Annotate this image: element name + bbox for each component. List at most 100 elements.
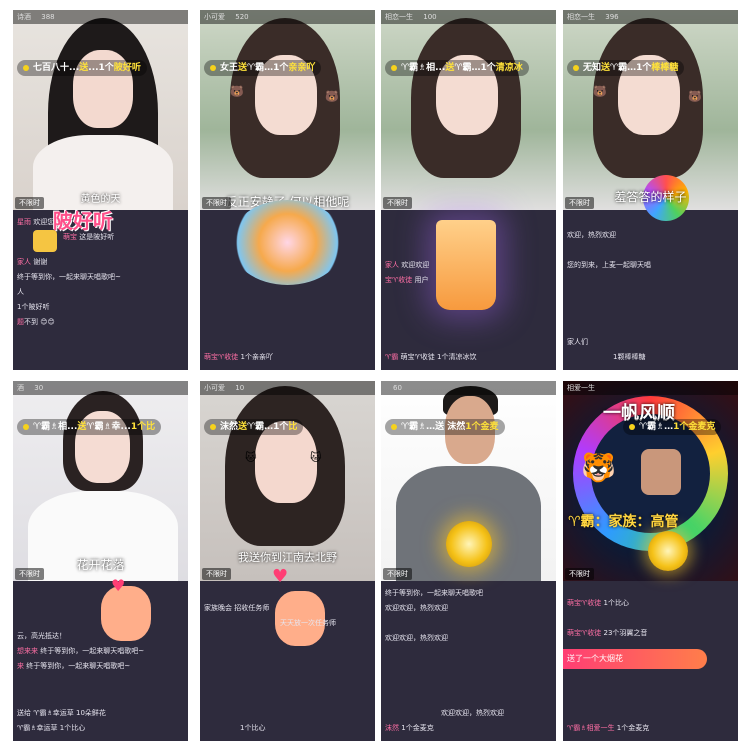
room-name: 酒 [17, 384, 24, 392]
chat-list: 家人 谢谢 终于等到你，一起来聊天唱歌吧~ 人 1个陂好听 题不到 😊😊 [13, 255, 188, 330]
chat-line: 送给 ♈霸♗幸运草 10朵鲜花 [17, 709, 106, 717]
time-tag: 不限时 [15, 568, 44, 580]
chat-line: 您的到来，上麦一起聊天唱 [567, 261, 651, 269]
chat-line [563, 611, 738, 626]
gift-banner: ♈霸♗相...送♈霸…1个清凉冰 [385, 60, 529, 76]
time-tag: 不限时 [383, 197, 412, 209]
chat-list: 欢迎，热烈欢迎 您的到来，上麦一起聊天唱 [563, 228, 738, 273]
chat-line: 欢迎，热烈欢迎 [567, 231, 616, 239]
live-stream-panel-6[interactable]: 🐱 🐱 小可爱 10 沫然送♈霸…1个比 我送你到江南去北野 不限时 ♥ 家族晚… [200, 381, 375, 741]
chat-line: 欢迎欢迎，热烈欢迎 [441, 709, 504, 717]
chat-list-bottom: ♈霸♗相爱一生 1个金麦克 [563, 721, 738, 736]
banner-dot-icon [629, 423, 635, 430]
viewer-count: 520 [235, 13, 249, 21]
chat-line: 家族晚会 招收任务师 [204, 604, 270, 612]
chat-list: 萌宝♈收徒 1个比心 萌宝♈收徒 23个羽翼之音 [563, 596, 738, 641]
room-topbar: 相恋一生 396 [563, 10, 738, 24]
room-topbar: 酒 30 [13, 381, 188, 395]
gift-banner: 女王送♈霸…1个亲亲吖 [204, 60, 322, 76]
chat-line [381, 616, 556, 631]
live-stream-panel-1[interactable]: 诗酒 388 七百八十...送...1个陂好听 黄色的天 不限时 陂好听 家人 … [13, 10, 188, 370]
live-stream-panel-8[interactable]: 🐯 相爱一生 一帆风顺 ♈霸♗…1个金麦克 ♈霸：家族：高管 不限时 萌宝♈收徒… [563, 381, 738, 741]
gift-banner: ♈霸♗…送 沫然1个金麦 [385, 419, 505, 435]
chat-list-top: 星雨 欢迎您 萌宝 这是陂好听 [13, 215, 188, 245]
chat-line: 想来来 终于等到你，一起来聊天唱歌吧~ [17, 647, 145, 655]
banner-dot-icon [391, 64, 397, 71]
chat-line: 云，高光抵达！ [17, 632, 66, 640]
chat-line: 萌宝 这是陂好听 [63, 233, 115, 241]
banner-dot-icon [23, 64, 29, 71]
viewer-count: 396 [605, 13, 619, 21]
chat-list: 家族晚会 招收任务师 天天放一次任务师 [200, 601, 375, 631]
chat-line: 1个陂好听 [17, 303, 50, 311]
streamer-photo [13, 381, 188, 581]
time-tag: 不限时 [202, 568, 231, 580]
chat-line: ♈霸♗幸运草 1个比心 [17, 724, 86, 732]
chat-line: 萌宝♈收徒 23个羽翼之音 [567, 629, 648, 637]
kissing-ducks-gift-icon [230, 200, 345, 285]
streamer-photo [381, 10, 556, 210]
chat-list: 家人 欢迎欢迎 宝♈收徒 用户 [381, 258, 556, 288]
live-stream-panel-7[interactable]: 60 ♈霸♗…送 沫然1个金麦 不限时 终于等到你，一起来聊天唱歌吧 欢迎欢迎，… [381, 381, 556, 741]
time-tag: 不限时 [383, 568, 412, 580]
heart-icon: ♥ [272, 566, 289, 587]
live-stream-panel-3[interactable]: 相恋一生 100 ♈霸♗相...送♈霸…1个清凉冰 不限时 家人 欢迎欢迎 宝♈… [381, 10, 556, 370]
gift-banner: ♈霸♗相...送♈霸♗幸...1个比 [17, 419, 162, 435]
live-stream-panel-2[interactable]: 🐻 🐻 小可爱 520 女王送♈霸…1个亲亲吖 反正安静了 何以相他呢 不限时 … [200, 10, 375, 370]
room-topbar: 60 [381, 381, 556, 395]
time-tag: 不限时 [202, 197, 231, 209]
gift-banner: 七百八十...送...1个陂好听 [17, 60, 147, 76]
time-tag: 不限时 [565, 197, 594, 209]
chat-line: 欢迎欢迎，热烈欢迎 [385, 634, 448, 642]
viewer-count: 10 [235, 384, 245, 392]
live-stream-panel-5[interactable]: 酒 30 ♈霸♗相...送♈霸♗幸...1个比 花开花落 不限时 ♥ 云，高光抵… [13, 381, 188, 741]
gift-banner: 沫然送♈霸…1个比 [204, 419, 304, 435]
bear-sticker-icon: 🐻 [688, 90, 702, 103]
room-topbar: 诗酒 388 [13, 10, 188, 24]
chat-line: 家人 欢迎欢迎 [385, 261, 430, 269]
cat-sticker-icon: 🐱 [310, 451, 322, 464]
chat-line: 萌宝♈收徒 1个比心 [567, 599, 629, 607]
time-tag: 不限时 [565, 568, 594, 580]
room-name: 相爱一生 [567, 384, 595, 392]
chat-line: 沫然 1个金麦克 [385, 724, 434, 732]
golden-microphone-gift-icon [648, 531, 688, 571]
banner-dot-icon [23, 423, 29, 430]
chat-line: 终于等到你，一起来聊天唱歌吧~ [17, 273, 121, 281]
chat-list-bottom: 欢迎欢迎，热烈欢迎 沫然 1个金麦克 [381, 706, 556, 736]
chat-line [563, 243, 738, 258]
chat-line: 天天放一次任务师 [280, 619, 336, 627]
bear-sticker-icon: 🐻 [593, 85, 607, 98]
room-name: 诗酒 [17, 13, 31, 21]
room-topbar: 小可爱 520 [200, 10, 375, 24]
tiger-icon: 🐯 [581, 451, 616, 484]
heart-icon: ♥ [111, 576, 126, 595]
live-stream-panel-4[interactable]: 🐻 🐻 相恋一生 396 无知送♈霸…1个棒棒糖 羞答答的样子 不限时 欢迎，热… [563, 10, 738, 370]
banner-dot-icon [210, 423, 216, 430]
gift-banner: ♈霸♗…1个金麦克 [623, 419, 722, 435]
banner-dot-icon [573, 64, 579, 71]
chat-line: 1颗棒棒糖 [613, 353, 646, 361]
time-tag: 不限时 [15, 197, 44, 209]
chat-line: 家人们 [567, 338, 588, 346]
firework-gift-bar: 送了一个大烟花 [563, 649, 707, 669]
chat-line: 萌宝♈收徒 1个亲亲吖 [204, 353, 273, 361]
streamer-photo [13, 10, 188, 210]
viewer-count: 30 [34, 384, 44, 392]
room-name: 小可爱 [204, 384, 225, 392]
viewer-count: 60 [393, 384, 402, 392]
chat-line: 宝♈收徒 用户 [385, 276, 429, 284]
viewer-count: 100 [423, 13, 437, 21]
chat-list-bottom: 家人们 1颗棒棒糖 [563, 335, 738, 365]
gift-banner: 无知送♈霸…1个棒棒糖 [567, 60, 685, 76]
photo-caption: 我送你到江南去北野 [238, 551, 337, 564]
chat-line: ♈霸♗相爱一生 1个金麦克 [567, 724, 650, 732]
chat-line: 1个比心 [240, 724, 266, 732]
chat-list: 云，高光抵达！ 想来来 终于等到你，一起来聊天唱歌吧~ 来 终于等到你，一起来聊… [13, 629, 188, 674]
room-name: 相恋一生 [567, 13, 595, 21]
banner-dot-icon [391, 423, 397, 430]
chat-list: 终于等到你，一起来聊天唱歌吧 欢迎欢迎，热烈欢迎 欢迎欢迎，热烈欢迎 [381, 586, 556, 646]
bear-sticker-icon: 🐻 [325, 90, 339, 103]
streamer-photo: 🐻 🐻 [200, 10, 375, 210]
golden-microphone-gift-icon [446, 521, 492, 567]
